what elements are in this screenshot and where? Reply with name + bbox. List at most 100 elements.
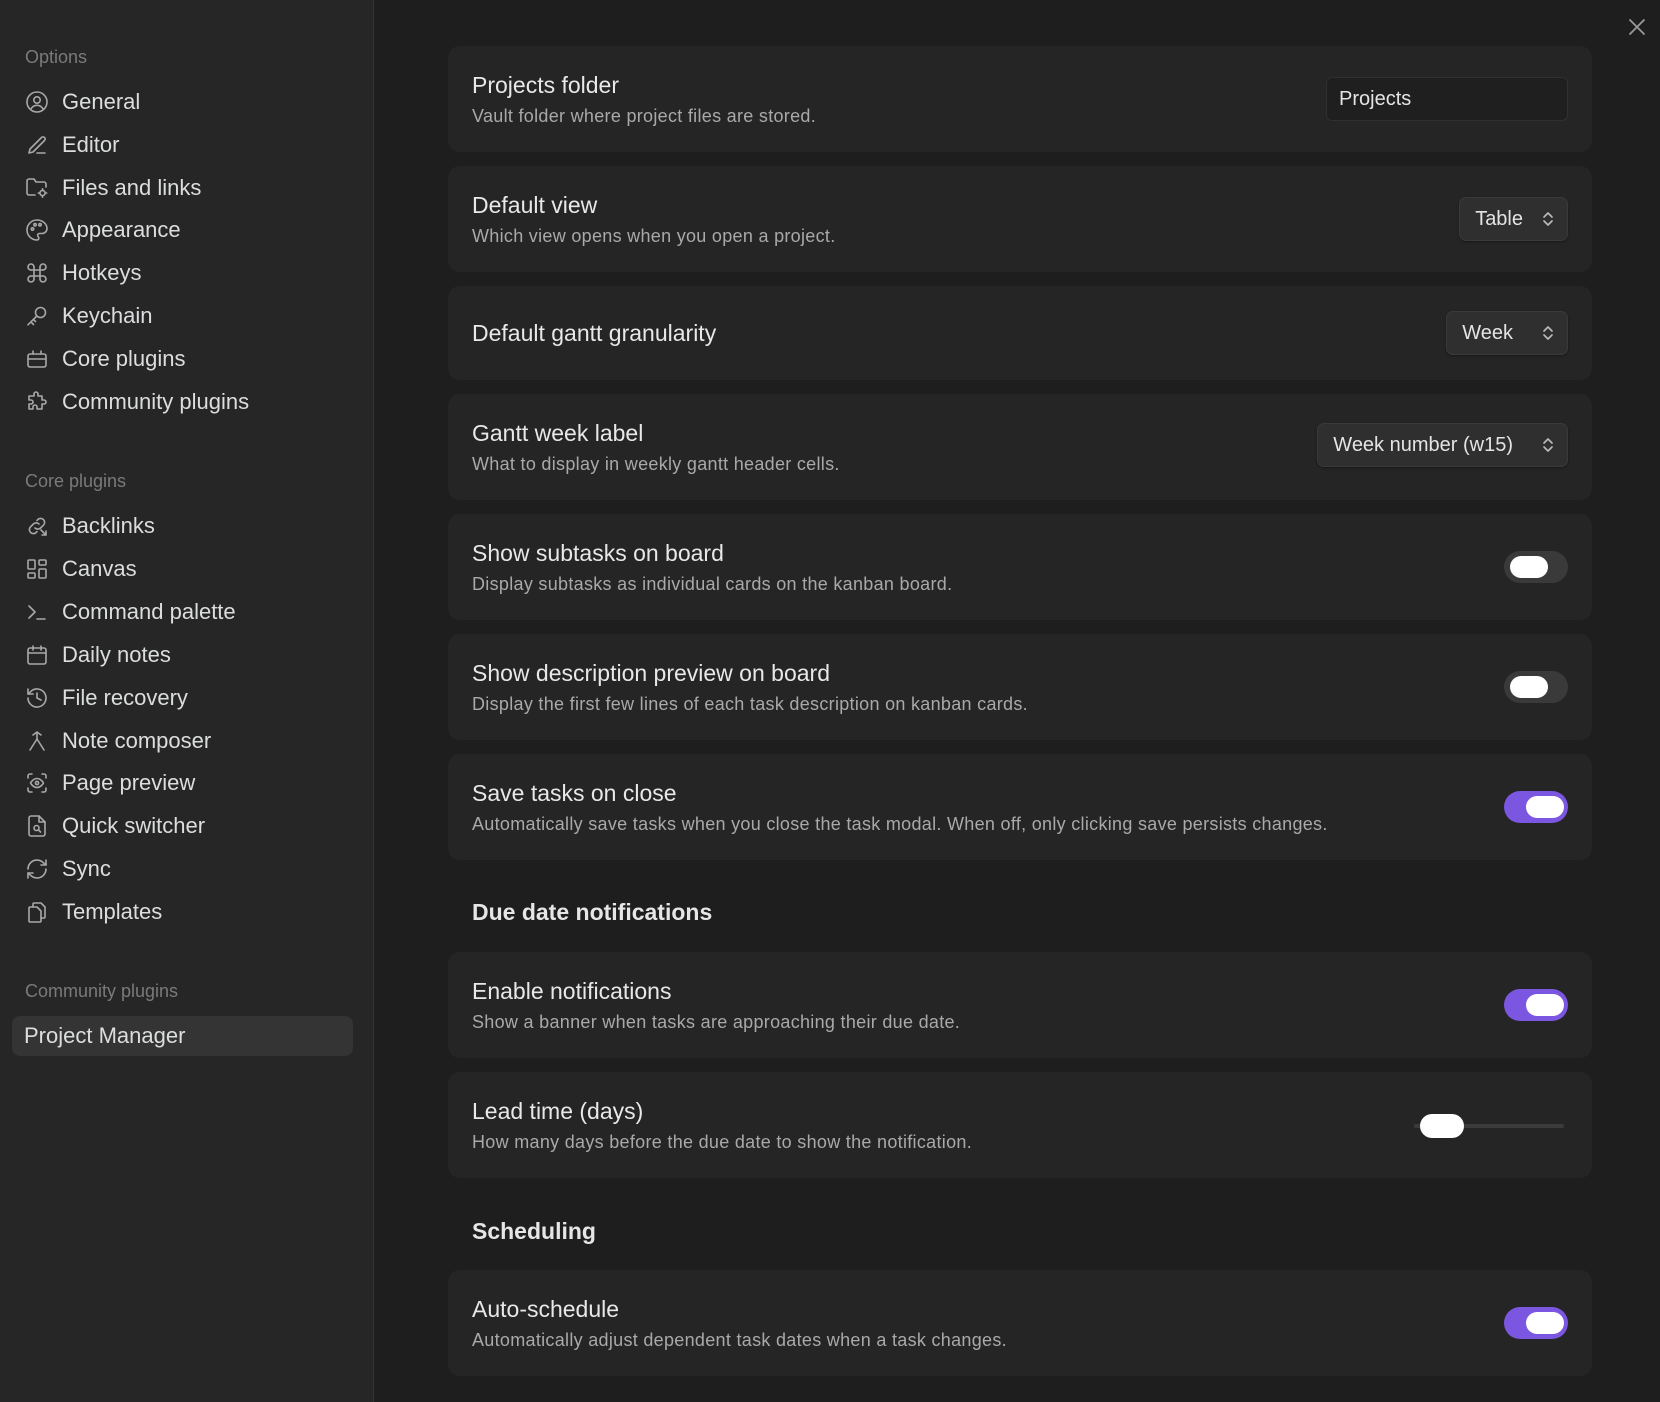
sidebar-item-label: File recovery [62, 685, 188, 710]
setting-title: Show description preview on board [472, 660, 830, 686]
default-view-select[interactable]: Table [1459, 197, 1568, 241]
toggle-knob [1526, 994, 1564, 1016]
scan-eye-icon [25, 771, 49, 795]
key-icon [25, 304, 49, 328]
setting-title: Default view [472, 192, 598, 218]
folder-gear-icon [25, 176, 49, 200]
setting-title: Save tasks on close [472, 780, 677, 806]
select-value: Table [1475, 207, 1523, 230]
gantt-granularity-select[interactable]: Week [1446, 311, 1568, 355]
setting-title: Show subtasks on board [472, 540, 724, 566]
sidebar-item-general[interactable]: General [25, 85, 353, 119]
sidebar-item-daily-notes[interactable]: Daily notes [25, 638, 353, 672]
lead-time-slider-thumb[interactable] [1419, 1114, 1464, 1138]
sidebar-item-community-plugins[interactable]: Community plugins [25, 385, 353, 419]
sidebar-item-editor[interactable]: Editor [25, 128, 353, 162]
layout-dashboard-icon [25, 557, 49, 581]
toggle-knob [1510, 556, 1548, 578]
pencil-icon [25, 133, 49, 157]
setting-title: Default gantt granularity [472, 320, 717, 346]
sidebar-item-label: Quick switcher [62, 813, 206, 838]
sidebar-item-file-recovery[interactable]: File recovery [25, 681, 353, 715]
settings-sidebar: Options General Editor Files and links A… [0, 0, 374, 1402]
setting-description: Display subtasks as individual cards on … [472, 574, 953, 594]
core-plugins-section-header: Core plugins [25, 471, 127, 491]
sidebar-item-canvas[interactable]: Canvas [25, 552, 353, 586]
gantt-week-label-select[interactable]: Week number (w15) [1317, 423, 1568, 467]
chevron-up-down-icon [1541, 323, 1555, 343]
sidebar-item-command-palette[interactable]: Command palette [25, 595, 353, 629]
sidebar-item-label: Project Manager [24, 1023, 186, 1048]
chevron-up-down-icon [1541, 209, 1555, 229]
sidebar-item-files-and-links[interactable]: Files and links [25, 171, 353, 205]
palette-icon [25, 218, 49, 242]
setting-description: Automatically save tasks when you close … [472, 814, 1328, 834]
setting-show-subtasks: Show subtasks on board Display subtasks … [448, 514, 1592, 620]
sidebar-item-project-manager[interactable]: Project Manager [12, 1016, 353, 1056]
setting-description: Display the first few lines of each task… [472, 694, 1028, 714]
sidebar-item-core-plugins[interactable]: Core plugins [25, 342, 353, 376]
select-value: Week [1462, 321, 1513, 344]
due-date-notifications-heading: Due date notifications [472, 899, 713, 925]
sidebar-item-keychain[interactable]: Keychain [25, 299, 353, 333]
sidebar-item-label: Core plugins [62, 346, 186, 371]
history-icon [25, 686, 49, 710]
sidebar-item-label: Daily notes [62, 642, 171, 667]
sidebar-item-label: Note composer [62, 728, 212, 753]
close-button[interactable] [1624, 14, 1650, 40]
setting-title: Auto-schedule [472, 1296, 620, 1322]
show-description-toggle[interactable] [1504, 671, 1568, 703]
setting-description: Which view opens when you open a project… [472, 226, 836, 246]
setting-default-gantt-granularity: Default gantt granularity Week [448, 286, 1592, 380]
toggle-knob [1526, 1312, 1564, 1334]
file-search-icon [25, 814, 49, 838]
sidebar-item-label: Command palette [62, 599, 236, 624]
setting-save-tasks-on-close: Save tasks on close Automatically save t… [448, 754, 1592, 860]
chevron-up-down-icon [1541, 435, 1555, 455]
show-subtasks-toggle[interactable] [1504, 551, 1568, 583]
sidebar-item-backlinks[interactable]: Backlinks [25, 509, 353, 543]
terminal-icon [25, 600, 49, 624]
plug-icon [25, 347, 49, 371]
puzzle-icon [25, 390, 49, 414]
setting-enable-notifications: Enable notifications Show a banner when … [448, 952, 1592, 1058]
refresh-icon [25, 857, 49, 881]
command-icon [25, 261, 49, 285]
setting-lead-time: Lead time (days) How many days before th… [448, 1072, 1592, 1178]
sidebar-item-label: Templates [62, 899, 163, 924]
community-plugins-section-header: Community plugins [25, 981, 179, 1001]
files-icon [25, 900, 49, 924]
sidebar-item-label: Appearance [62, 217, 181, 242]
sidebar-item-appearance[interactable]: Appearance [25, 213, 353, 247]
toggle-knob [1526, 796, 1564, 818]
projects-folder-input[interactable] [1326, 77, 1568, 121]
sidebar-item-label: General [62, 89, 141, 114]
backlinks-icon [25, 514, 49, 538]
sidebar-item-sync[interactable]: Sync [25, 852, 353, 886]
setting-show-description-preview: Show description preview on board Displa… [448, 634, 1592, 740]
save-tasks-on-close-toggle[interactable] [1504, 791, 1568, 823]
merge-icon [25, 729, 49, 753]
setting-title: Lead time (days) [472, 1098, 644, 1124]
toggle-knob [1510, 676, 1548, 698]
sidebar-item-label: Community plugins [62, 389, 250, 414]
sidebar-item-label: Backlinks [62, 513, 155, 538]
sidebar-item-quick-switcher[interactable]: Quick switcher [25, 809, 353, 843]
sidebar-item-page-preview[interactable]: Page preview [25, 766, 353, 800]
enable-notifications-toggle[interactable] [1504, 989, 1568, 1021]
setting-description: Automatically adjust dependent task date… [472, 1330, 1007, 1350]
auto-schedule-toggle[interactable] [1504, 1307, 1568, 1339]
sidebar-item-label: Keychain [62, 303, 153, 328]
user-circle-icon [25, 90, 49, 114]
sidebar-item-templates[interactable]: Templates [25, 895, 353, 929]
sidebar-item-note-composer[interactable]: Note composer [25, 724, 353, 758]
sidebar-item-label: Page preview [62, 770, 196, 795]
sidebar-item-label: Canvas [62, 556, 137, 581]
setting-title: Enable notifications [472, 978, 672, 1004]
setting-default-view: Default view Which view opens when you o… [448, 166, 1592, 272]
select-value: Week number (w15) [1333, 433, 1513, 456]
sidebar-item-hotkeys[interactable]: Hotkeys [25, 256, 353, 290]
sidebar-item-label: Hotkeys [62, 260, 142, 285]
setting-description: Vault folder where project files are sto… [472, 106, 817, 126]
setting-gantt-week-label: Gantt week label What to display in week… [448, 394, 1592, 500]
